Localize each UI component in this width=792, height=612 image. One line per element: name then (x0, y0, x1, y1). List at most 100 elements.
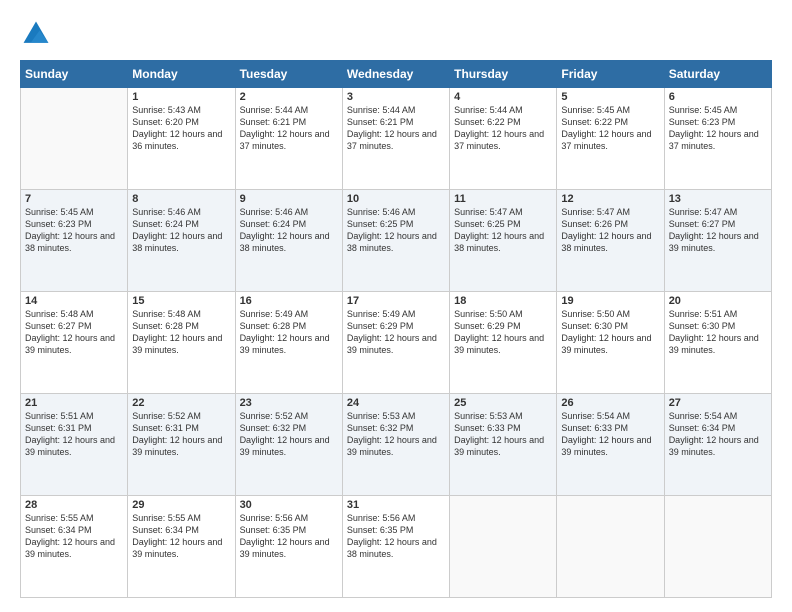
day-cell: 29 Sunrise: 5:55 AMSunset: 6:34 PMDaylig… (128, 496, 235, 598)
cell-info: Sunrise: 5:49 AMSunset: 6:28 PMDaylight:… (240, 308, 338, 357)
day-number: 1 (132, 91, 230, 103)
week-row-3: 14 Sunrise: 5:48 AMSunset: 6:27 PMDaylig… (21, 292, 772, 394)
cell-info: Sunrise: 5:51 AMSunset: 6:31 PMDaylight:… (25, 410, 123, 459)
col-header-thursday: Thursday (450, 61, 557, 88)
week-row-2: 7 Sunrise: 5:45 AMSunset: 6:23 PMDayligh… (21, 190, 772, 292)
day-cell (557, 496, 664, 598)
day-number: 10 (347, 193, 445, 205)
day-number: 21 (25, 397, 123, 409)
day-cell: 19 Sunrise: 5:50 AMSunset: 6:30 PMDaylig… (557, 292, 664, 394)
day-cell: 31 Sunrise: 5:56 AMSunset: 6:35 PMDaylig… (342, 496, 449, 598)
day-number: 15 (132, 295, 230, 307)
cell-info: Sunrise: 5:56 AMSunset: 6:35 PMDaylight:… (240, 512, 338, 561)
cell-info: Sunrise: 5:53 AMSunset: 6:33 PMDaylight:… (454, 410, 552, 459)
day-number: 30 (240, 499, 338, 511)
cell-info: Sunrise: 5:48 AMSunset: 6:28 PMDaylight:… (132, 308, 230, 357)
col-header-monday: Monday (128, 61, 235, 88)
cell-info: Sunrise: 5:46 AMSunset: 6:25 PMDaylight:… (347, 206, 445, 255)
day-number: 17 (347, 295, 445, 307)
day-cell: 20 Sunrise: 5:51 AMSunset: 6:30 PMDaylig… (664, 292, 771, 394)
day-number: 27 (669, 397, 767, 409)
cell-info: Sunrise: 5:44 AMSunset: 6:22 PMDaylight:… (454, 104, 552, 153)
cell-info: Sunrise: 5:54 AMSunset: 6:33 PMDaylight:… (561, 410, 659, 459)
week-row-1: 1 Sunrise: 5:43 AMSunset: 6:20 PMDayligh… (21, 88, 772, 190)
day-cell: 25 Sunrise: 5:53 AMSunset: 6:33 PMDaylig… (450, 394, 557, 496)
week-row-4: 21 Sunrise: 5:51 AMSunset: 6:31 PMDaylig… (21, 394, 772, 496)
day-number: 3 (347, 91, 445, 103)
day-cell: 24 Sunrise: 5:53 AMSunset: 6:32 PMDaylig… (342, 394, 449, 496)
day-number: 29 (132, 499, 230, 511)
day-number: 7 (25, 193, 123, 205)
calendar-table: SundayMondayTuesdayWednesdayThursdayFrid… (20, 60, 772, 598)
day-cell: 2 Sunrise: 5:44 AMSunset: 6:21 PMDayligh… (235, 88, 342, 190)
day-cell: 22 Sunrise: 5:52 AMSunset: 6:31 PMDaylig… (128, 394, 235, 496)
cell-info: Sunrise: 5:52 AMSunset: 6:32 PMDaylight:… (240, 410, 338, 459)
cell-info: Sunrise: 5:43 AMSunset: 6:20 PMDaylight:… (132, 104, 230, 153)
day-cell: 5 Sunrise: 5:45 AMSunset: 6:22 PMDayligh… (557, 88, 664, 190)
cell-info: Sunrise: 5:55 AMSunset: 6:34 PMDaylight:… (25, 512, 123, 561)
day-cell: 15 Sunrise: 5:48 AMSunset: 6:28 PMDaylig… (128, 292, 235, 394)
day-cell: 30 Sunrise: 5:56 AMSunset: 6:35 PMDaylig… (235, 496, 342, 598)
day-number: 19 (561, 295, 659, 307)
day-number: 23 (240, 397, 338, 409)
day-cell (450, 496, 557, 598)
day-cell: 18 Sunrise: 5:50 AMSunset: 6:29 PMDaylig… (450, 292, 557, 394)
day-number: 4 (454, 91, 552, 103)
cell-info: Sunrise: 5:46 AMSunset: 6:24 PMDaylight:… (132, 206, 230, 255)
page: SundayMondayTuesdayWednesdayThursdayFrid… (0, 0, 792, 612)
cell-info: Sunrise: 5:47 AMSunset: 6:27 PMDaylight:… (669, 206, 767, 255)
day-cell: 1 Sunrise: 5:43 AMSunset: 6:20 PMDayligh… (128, 88, 235, 190)
day-cell: 8 Sunrise: 5:46 AMSunset: 6:24 PMDayligh… (128, 190, 235, 292)
cell-info: Sunrise: 5:48 AMSunset: 6:27 PMDaylight:… (25, 308, 123, 357)
day-cell (664, 496, 771, 598)
day-number: 9 (240, 193, 338, 205)
day-number: 2 (240, 91, 338, 103)
cell-info: Sunrise: 5:47 AMSunset: 6:26 PMDaylight:… (561, 206, 659, 255)
day-cell: 14 Sunrise: 5:48 AMSunset: 6:27 PMDaylig… (21, 292, 128, 394)
col-header-sunday: Sunday (21, 61, 128, 88)
day-cell: 7 Sunrise: 5:45 AMSunset: 6:23 PMDayligh… (21, 190, 128, 292)
day-number: 26 (561, 397, 659, 409)
day-number: 28 (25, 499, 123, 511)
header (20, 18, 772, 50)
day-cell (21, 88, 128, 190)
cell-info: Sunrise: 5:54 AMSunset: 6:34 PMDaylight:… (669, 410, 767, 459)
header-row: SundayMondayTuesdayWednesdayThursdayFrid… (21, 61, 772, 88)
day-cell: 4 Sunrise: 5:44 AMSunset: 6:22 PMDayligh… (450, 88, 557, 190)
day-number: 6 (669, 91, 767, 103)
day-number: 31 (347, 499, 445, 511)
day-number: 5 (561, 91, 659, 103)
col-header-tuesday: Tuesday (235, 61, 342, 88)
day-number: 16 (240, 295, 338, 307)
day-number: 25 (454, 397, 552, 409)
cell-info: Sunrise: 5:44 AMSunset: 6:21 PMDaylight:… (240, 104, 338, 153)
day-number: 24 (347, 397, 445, 409)
day-number: 20 (669, 295, 767, 307)
cell-info: Sunrise: 5:45 AMSunset: 6:23 PMDaylight:… (669, 104, 767, 153)
day-cell: 17 Sunrise: 5:49 AMSunset: 6:29 PMDaylig… (342, 292, 449, 394)
day-cell: 28 Sunrise: 5:55 AMSunset: 6:34 PMDaylig… (21, 496, 128, 598)
col-header-saturday: Saturday (664, 61, 771, 88)
day-number: 12 (561, 193, 659, 205)
cell-info: Sunrise: 5:46 AMSunset: 6:24 PMDaylight:… (240, 206, 338, 255)
day-cell: 11 Sunrise: 5:47 AMSunset: 6:25 PMDaylig… (450, 190, 557, 292)
cell-info: Sunrise: 5:53 AMSunset: 6:32 PMDaylight:… (347, 410, 445, 459)
cell-info: Sunrise: 5:49 AMSunset: 6:29 PMDaylight:… (347, 308, 445, 357)
logo-icon (20, 18, 52, 50)
col-header-wednesday: Wednesday (342, 61, 449, 88)
day-cell: 10 Sunrise: 5:46 AMSunset: 6:25 PMDaylig… (342, 190, 449, 292)
cell-info: Sunrise: 5:55 AMSunset: 6:34 PMDaylight:… (132, 512, 230, 561)
day-cell: 3 Sunrise: 5:44 AMSunset: 6:21 PMDayligh… (342, 88, 449, 190)
day-number: 18 (454, 295, 552, 307)
day-cell: 9 Sunrise: 5:46 AMSunset: 6:24 PMDayligh… (235, 190, 342, 292)
col-header-friday: Friday (557, 61, 664, 88)
cell-info: Sunrise: 5:52 AMSunset: 6:31 PMDaylight:… (132, 410, 230, 459)
day-number: 8 (132, 193, 230, 205)
day-cell: 26 Sunrise: 5:54 AMSunset: 6:33 PMDaylig… (557, 394, 664, 496)
cell-info: Sunrise: 5:50 AMSunset: 6:30 PMDaylight:… (561, 308, 659, 357)
day-cell: 12 Sunrise: 5:47 AMSunset: 6:26 PMDaylig… (557, 190, 664, 292)
week-row-5: 28 Sunrise: 5:55 AMSunset: 6:34 PMDaylig… (21, 496, 772, 598)
cell-info: Sunrise: 5:50 AMSunset: 6:29 PMDaylight:… (454, 308, 552, 357)
day-number: 22 (132, 397, 230, 409)
day-cell: 16 Sunrise: 5:49 AMSunset: 6:28 PMDaylig… (235, 292, 342, 394)
